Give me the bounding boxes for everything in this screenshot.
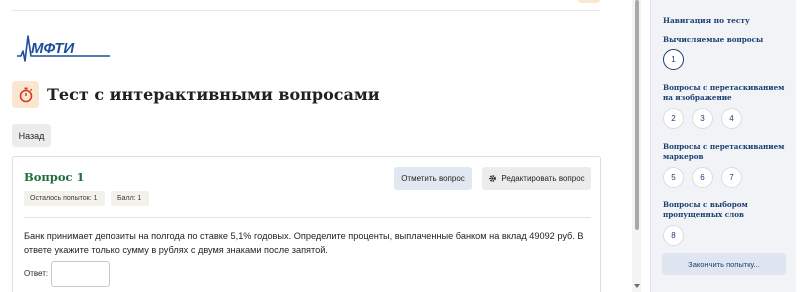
nav-section-label: Вычисляемые вопросы	[663, 35, 764, 44]
answer-input[interactable]	[51, 261, 110, 287]
quiz-navigation-title: Навигация по тесту	[663, 16, 750, 25]
quiz-activity-icon	[12, 81, 39, 108]
nav-question-button[interactable]: 8	[663, 225, 684, 246]
back-button[interactable]: Назад	[12, 124, 51, 147]
gear-icon	[489, 175, 497, 182]
nav-question-button[interactable]: 3	[692, 108, 713, 129]
finish-attempt-button[interactable]: Закончить попытку...	[662, 253, 786, 275]
nav-question-button[interactable]: 6	[692, 167, 713, 188]
nav-question-button[interactable]: 5	[663, 167, 684, 188]
top-divider	[12, 10, 600, 11]
nav-question-button[interactable]: 2	[663, 108, 684, 129]
nav-question-button[interactable]: 1	[663, 49, 684, 70]
answer-label: Ответ:	[24, 269, 49, 278]
nav-section-label: Вопросы с перетаскиванием маркеров	[663, 142, 785, 161]
nav-question-button[interactable]: 4	[721, 108, 742, 129]
attempts-badge: Осталось попыток: 1	[24, 191, 105, 206]
question-title: Вопрос 1	[24, 170, 85, 184]
nav-question-button[interactable]: 7	[721, 167, 742, 188]
scroll-down-arrow-icon[interactable]	[634, 284, 640, 288]
question-card: Вопрос 1 Осталось попыток: 1 Балл: 1 Отм…	[12, 156, 601, 292]
quiz-navigation-panel: Навигация по тесту Вычисляемые вопросы 1…	[650, 0, 796, 292]
question-text: Банк принимает депозиты на полгода по ст…	[24, 231, 584, 255]
stopwatch-icon	[19, 87, 32, 102]
edit-question-label: Редактировать вопрос	[501, 174, 585, 183]
logo-text: МФТИ	[31, 40, 75, 57]
edit-question-button[interactable]: Редактировать вопрос	[482, 167, 591, 190]
question-divider	[24, 217, 591, 218]
header-fragment	[578, 0, 600, 3]
page-title: Тест с интерактивными вопросами	[47, 85, 380, 104]
scrollbar-thumb[interactable]	[635, 0, 639, 230]
mipt-logo: МФТИ	[17, 35, 110, 62]
flag-question-button[interactable]: Отметить вопрос	[394, 167, 472, 190]
nav-section-label: Вопросы с выбором пропущенных слов	[663, 200, 748, 219]
score-badge: Балл: 1	[111, 191, 149, 206]
nav-section-label: Вопросы с перетаскиванием на изображение	[663, 83, 785, 102]
